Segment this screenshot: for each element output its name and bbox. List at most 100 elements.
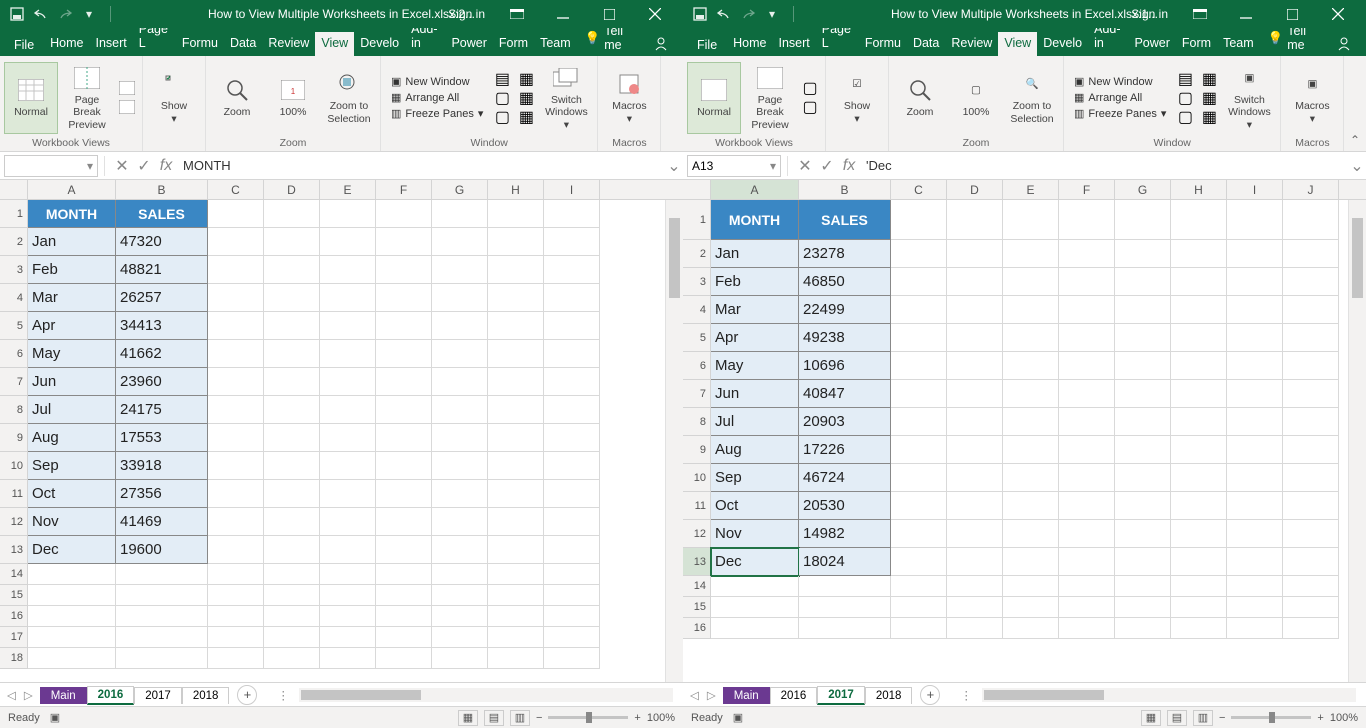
cell[interactable]: Mar (711, 296, 799, 324)
cell[interactable] (264, 648, 320, 669)
cell[interactable] (1283, 464, 1339, 492)
zoom-selection-button[interactable]: 🔍Zoom to Selection (1005, 62, 1059, 134)
cell[interactable] (488, 256, 544, 284)
expand-formula-icon[interactable]: ⌄ (665, 156, 683, 176)
cell[interactable] (432, 396, 488, 424)
cell[interactable] (208, 585, 264, 606)
cell[interactable] (320, 648, 376, 669)
col-header-A[interactable]: A (28, 180, 116, 199)
tab-file[interactable]: File (4, 34, 44, 56)
cell[interactable]: 46724 (799, 464, 891, 492)
cell[interactable] (947, 352, 1003, 380)
cell[interactable] (1059, 520, 1115, 548)
cell[interactable] (488, 312, 544, 340)
row-header[interactable]: 2 (683, 240, 711, 268)
cell[interactable] (1283, 597, 1339, 618)
cell[interactable] (432, 312, 488, 340)
row-header[interactable]: 1 (683, 200, 711, 240)
col-header-I[interactable]: I (1227, 180, 1283, 199)
cell[interactable] (947, 380, 1003, 408)
cell[interactable]: Dec (28, 536, 116, 564)
row-header[interactable]: 16 (683, 618, 711, 639)
cell[interactable] (488, 585, 544, 606)
cell[interactable]: Nov (711, 520, 799, 548)
cell[interactable] (28, 648, 116, 669)
cell[interactable] (432, 284, 488, 312)
cell[interactable] (947, 240, 1003, 268)
reset-pos-icon[interactable]: ▦ (1200, 108, 1218, 126)
cell[interactable] (891, 576, 947, 597)
row-header[interactable]: 15 (0, 585, 28, 606)
cell[interactable] (488, 536, 544, 564)
cell[interactable]: 49238 (799, 324, 891, 352)
cell[interactable] (376, 340, 432, 368)
cell[interactable] (488, 284, 544, 312)
row-header[interactable]: 18 (0, 648, 28, 669)
cell[interactable]: 33918 (116, 452, 208, 480)
row-header[interactable]: 3 (0, 256, 28, 284)
cell[interactable]: Jan (711, 240, 799, 268)
cell[interactable] (320, 256, 376, 284)
sheet-nav-prev-icon[interactable]: ◁ (4, 688, 19, 702)
name-box[interactable]: ▾ (4, 155, 98, 177)
tab-form[interactable]: Form (1176, 32, 1217, 56)
cell[interactable] (544, 228, 600, 256)
cell[interactable] (376, 508, 432, 536)
cell[interactable]: Apr (28, 312, 116, 340)
col-header-G[interactable]: G (1115, 180, 1171, 199)
cell[interactable] (947, 296, 1003, 324)
cell[interactable] (1003, 464, 1059, 492)
cell[interactable] (1171, 618, 1227, 639)
cell[interactable] (1115, 408, 1171, 436)
zoom-level[interactable]: 100% (647, 712, 675, 724)
switch-windows-button[interactable]: ▣Switch Windows▾ (1222, 62, 1276, 134)
cell[interactable]: 17553 (116, 424, 208, 452)
cell[interactable] (1115, 240, 1171, 268)
new-sheet-button[interactable]: + (920, 685, 940, 705)
cell[interactable]: Oct (711, 492, 799, 520)
cell[interactable] (1171, 324, 1227, 352)
row-header[interactable]: 12 (683, 520, 711, 548)
cell[interactable] (1171, 200, 1227, 240)
cell[interactable] (1059, 597, 1115, 618)
cell[interactable]: 19600 (116, 536, 208, 564)
cell[interactable] (544, 585, 600, 606)
cell[interactable] (432, 200, 488, 228)
cell[interactable] (376, 606, 432, 627)
cell[interactable] (320, 508, 376, 536)
cell[interactable] (264, 368, 320, 396)
expand-formula-icon[interactable]: ⌄ (1348, 156, 1366, 176)
cell[interactable] (1283, 618, 1339, 639)
cell[interactable] (799, 618, 891, 639)
select-all-corner[interactable] (683, 180, 711, 199)
cell[interactable] (891, 436, 947, 464)
cell[interactable] (432, 536, 488, 564)
cell[interactable] (488, 200, 544, 228)
cell[interactable] (1003, 408, 1059, 436)
cell[interactable] (376, 312, 432, 340)
col-header-F[interactable]: F (1059, 180, 1115, 199)
cell[interactable] (1227, 576, 1283, 597)
cell[interactable] (1059, 618, 1115, 639)
cell[interactable] (1283, 380, 1339, 408)
row-header[interactable]: 15 (683, 597, 711, 618)
cell[interactable]: May (711, 352, 799, 380)
cell[interactable] (432, 424, 488, 452)
row-header[interactable]: 10 (683, 464, 711, 492)
tab-insert[interactable]: Insert (90, 32, 133, 56)
cell[interactable] (1115, 597, 1171, 618)
col-header-D[interactable]: D (947, 180, 1003, 199)
cell[interactable] (891, 380, 947, 408)
cell[interactable] (947, 492, 1003, 520)
cell[interactable] (1227, 548, 1283, 576)
tab-team[interactable]: Team (534, 32, 577, 56)
cell[interactable] (376, 256, 432, 284)
col-header-C[interactable]: C (891, 180, 947, 199)
sheet-nav-next-icon[interactable]: ▷ (704, 688, 719, 702)
row-header[interactable]: 5 (0, 312, 28, 340)
new-window-button[interactable]: ▣New Window (387, 74, 487, 89)
save-icon[interactable] (6, 3, 28, 25)
cell[interactable]: Jun (711, 380, 799, 408)
zoom-out-button[interactable]: − (1219, 712, 1225, 724)
cell[interactable] (1227, 520, 1283, 548)
